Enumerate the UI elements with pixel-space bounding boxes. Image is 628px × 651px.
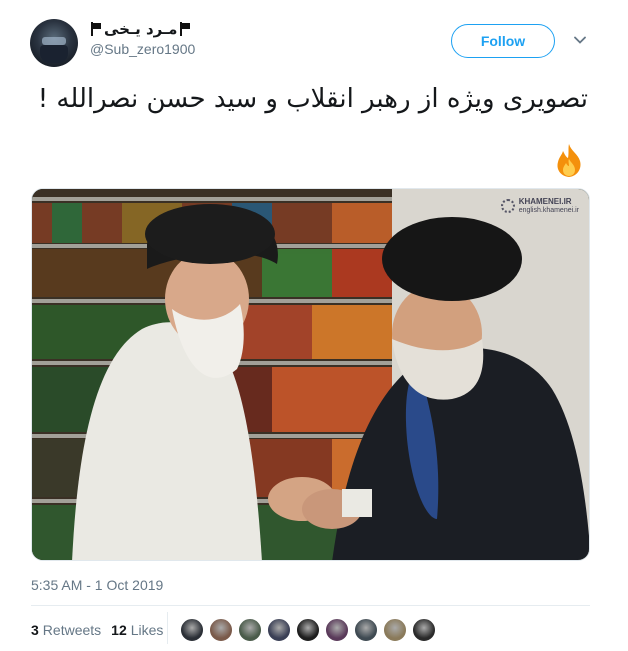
liker-avatar[interactable] (354, 618, 378, 642)
watermark-title: KHAMENEI.IR (518, 197, 572, 206)
tweet-timestamp[interactable]: 5:35 AM - 1 Oct 2019 (31, 577, 163, 593)
likes-label: Likes (130, 622, 164, 638)
follow-button[interactable]: Follow (451, 24, 555, 58)
black-flag-icon (179, 22, 191, 36)
tweet-photo[interactable]: KHAMENEI.IR english.khamenei.ir (31, 188, 590, 561)
liker-avatar[interactable] (412, 618, 436, 642)
liker-avatar[interactable] (209, 618, 233, 642)
fire-icon (557, 144, 581, 177)
liker-avatar[interactable] (383, 618, 407, 642)
avatar-visor (42, 37, 66, 45)
avatar-mask (40, 45, 68, 63)
photo-watermark: KHAMENEI.IR english.khamenei.ir (500, 197, 579, 215)
display-name[interactable]: مـرد يـخی (104, 20, 177, 38)
user-block: مـرد يـخی @Sub_zero1900 (90, 20, 195, 57)
divider (31, 605, 590, 606)
retweets-label: Retweets (42, 622, 102, 638)
black-flag-icon (90, 22, 102, 36)
liker-avatar[interactable] (325, 618, 349, 642)
stats-separator (167, 612, 168, 644)
retweets-count: 3 (31, 622, 39, 638)
avatar[interactable] (30, 19, 78, 67)
liker-avatars (180, 618, 436, 642)
user-handle[interactable]: @Sub_zero1900 (90, 41, 195, 57)
likes-count: 12 (111, 622, 127, 638)
tweet-text: تصویری ویژه از رهبر انقلاب و سید حسن نصر… (37, 84, 588, 114)
liker-avatar[interactable] (296, 618, 320, 642)
liker-avatar[interactable] (180, 618, 204, 642)
liker-avatar[interactable] (267, 618, 291, 642)
watermark-subtitle: english.khamenei.ir (518, 207, 579, 214)
khamenei-logo-icon (500, 199, 515, 213)
retweets-stat[interactable]: 3 Retweets (31, 622, 101, 638)
likes-stat[interactable]: 12 Likes (111, 622, 163, 638)
display-name-row[interactable]: مـرد يـخی (90, 20, 195, 38)
tweet-stats: 3 Retweets 12 Likes (31, 622, 173, 638)
chevron-down-icon[interactable] (574, 34, 586, 46)
photo-scene (32, 189, 589, 560)
liker-avatar[interactable] (238, 618, 262, 642)
